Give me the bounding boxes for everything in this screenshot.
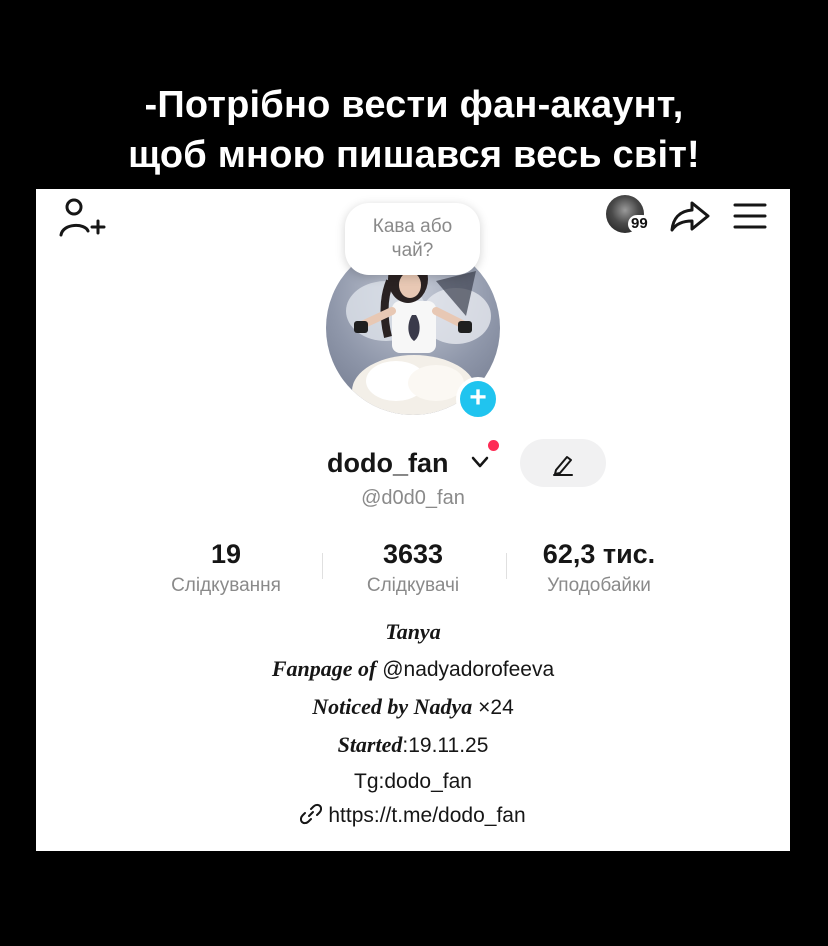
- stat-likes[interactable]: 62,3 тис. Уподобайки: [514, 537, 684, 601]
- likes-count: 62,3 тис.: [542, 539, 656, 569]
- caption-line-2: щоб мною пишався весь світ!: [128, 134, 700, 176]
- likes-label: Уподобайки: [547, 575, 651, 596]
- caption-line-1: -Потрібно вести фан-акаунт,: [144, 84, 684, 126]
- menu-icon[interactable]: [732, 201, 768, 231]
- topbar-actions: 99: [606, 193, 768, 239]
- add-friend-button[interactable]: [58, 197, 106, 237]
- story-avatar[interactable]: 99: [606, 195, 651, 237]
- profile-screen: 99 Кава або чай? + dodo_fan @d0d0_fan 19…: [36, 189, 790, 851]
- username[interactable]: dodo_fan: [327, 448, 449, 479]
- bio-name: Tanya: [385, 619, 441, 644]
- stat-divider: [322, 553, 323, 579]
- link-icon: [300, 803, 323, 825]
- stat-divider: [506, 553, 507, 579]
- notification-dot: [488, 440, 499, 451]
- followers-label: Слідкувачі: [366, 575, 460, 596]
- bio-noticed-text: Noticed by Nadya: [312, 694, 473, 719]
- stat-followers[interactable]: 3633 Слідкувачі: [341, 537, 485, 601]
- profile-link-url: https://t.me/dodo_fan: [328, 804, 526, 827]
- bio-line-5: Tg:dodo_fan: [36, 767, 790, 797]
- pencil-icon: [553, 456, 573, 476]
- bio-noticed-count: ×24: [478, 696, 514, 719]
- edit-profile-button[interactable]: [520, 439, 606, 487]
- meme-caption: -Потрібно вести фан-акаунт, щоб мною пиш…: [0, 80, 828, 180]
- following-label: Слідкування: [171, 575, 281, 596]
- followers-count: 3633: [382, 539, 444, 569]
- plus-icon: +: [469, 381, 487, 414]
- bio-started-text: Started: [337, 732, 403, 757]
- bio-line-3: Noticed by Nadya ×24: [36, 692, 790, 723]
- add-friend-icon: [59, 198, 106, 237]
- note-line-1: Кава або: [372, 216, 453, 237]
- chevron-down-icon[interactable]: [470, 454, 490, 470]
- bio-line-1: Tanya: [36, 617, 790, 648]
- bio-line-4: Started:19.11.25: [36, 730, 790, 761]
- story-count-badge: 99: [628, 215, 651, 233]
- bio-fanpage-text: Fanpage of: [271, 656, 377, 681]
- user-handle: @d0d0_fan: [361, 487, 465, 509]
- bio-telegram: Tg:dodo_fan: [354, 770, 472, 793]
- username-row: dodo_fan: [36, 434, 790, 494]
- note-bubble[interactable]: Кава або чай?: [345, 203, 480, 275]
- share-icon[interactable]: [668, 199, 712, 233]
- bio-line-2: Fanpage of @nadyadorofeeva: [36, 654, 790, 685]
- profile-link[interactable]: https://t.me/dodo_fan: [36, 803, 790, 828]
- add-story-button[interactable]: +: [456, 377, 500, 421]
- stat-following[interactable]: 19 Слідкування: [154, 537, 298, 601]
- following-count: 19: [210, 539, 242, 569]
- bio-mention[interactable]: @nadyadorofeeva: [382, 658, 554, 681]
- note-line-2: чай?: [391, 240, 434, 261]
- bio-started-date: :19.11.25: [402, 734, 489, 757]
